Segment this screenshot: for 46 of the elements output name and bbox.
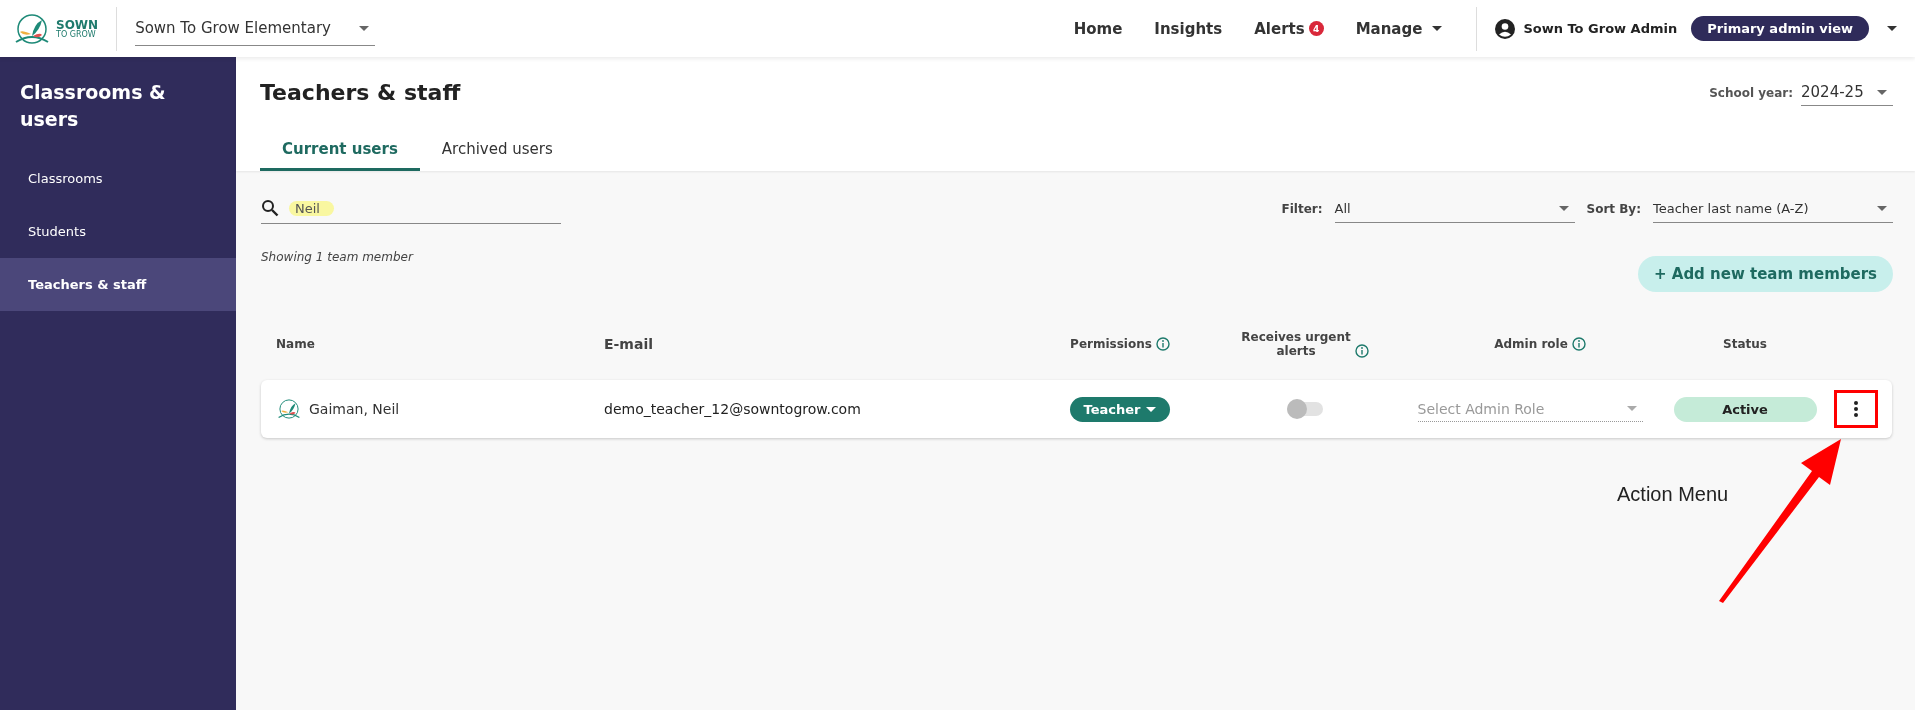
sidebar-item[interactable]: Students — [0, 205, 236, 259]
nav-link[interactable]: Insights — [1154, 19, 1223, 38]
school-year-select[interactable]: 2024-25 — [1801, 79, 1893, 106]
result-count: Showing 1 team member — [261, 250, 413, 264]
nav-link[interactable]: Manage — [1355, 19, 1449, 38]
sort-select[interactable]: Teacher last name (A-Z) — [1653, 194, 1893, 223]
caret-icon[interactable] — [1887, 26, 1897, 31]
email-cell: demo_teacher_12@sowntogrow.com — [604, 401, 861, 417]
logo-wordmark: SOWN — [56, 18, 99, 31]
info-icon[interactable] — [1571, 337, 1586, 351]
school-year-label: School year: — [1709, 85, 1793, 100]
nav-link[interactable]: Home — [1073, 19, 1123, 38]
annotation-label: Action Menu — [1617, 483, 1729, 506]
sidebar-item[interactable]: Classrooms — [0, 152, 236, 206]
search-field[interactable]: Neil — [261, 193, 561, 224]
sidebar-title: Classrooms & users — [19, 80, 167, 132]
add-team-members-button[interactable]: + Add new team members — [1638, 256, 1893, 292]
urgent-alerts-toggle[interactable] — [1287, 402, 1323, 416]
nav-link[interactable]: Alerts 4 — [1254, 19, 1324, 38]
admin-view-button[interactable]: Primary admin view — [1691, 16, 1869, 41]
sidebar-item[interactable]: Teachers & staff — [0, 258, 236, 312]
column-header: Status — [1723, 337, 1767, 351]
column-header: Receives urgent alerts — [1241, 330, 1351, 358]
page-title: Teachers & staff — [260, 80, 461, 105]
user-name: Sown To Grow Admin — [1523, 21, 1678, 36]
more-options-icon[interactable] — [1853, 400, 1859, 418]
status-pill: Active — [1673, 396, 1817, 422]
user-name-cell: Gaiman, Neil — [309, 401, 400, 417]
tab[interactable]: Archived users — [419, 128, 575, 171]
info-icon[interactable] — [1155, 337, 1170, 351]
column-header: Name — [276, 337, 315, 351]
column-header: Admin role — [1494, 337, 1568, 351]
info-icon[interactable] — [1355, 344, 1369, 358]
sprout-avatar-icon — [276, 397, 302, 421]
column-header: E-mail — [604, 336, 653, 352]
tab[interactable]: Current users — [260, 128, 420, 171]
permission-dropdown[interactable]: Teacher — [1069, 396, 1171, 422]
filter-select[interactable]: All — [1334, 194, 1575, 223]
logo-tagline: TO GROW — [56, 30, 97, 39]
user-avatar-icon — [1495, 18, 1516, 39]
school-select[interactable]: Sown To Grow Elementary — [135, 11, 376, 46]
filter-label: Filter: — [1281, 201, 1323, 216]
alert-count-badge: 4 — [1308, 21, 1324, 36]
column-header: Permissions — [1070, 337, 1152, 351]
sort-label: Sort By: — [1586, 201, 1641, 216]
search-icon — [261, 199, 279, 217]
